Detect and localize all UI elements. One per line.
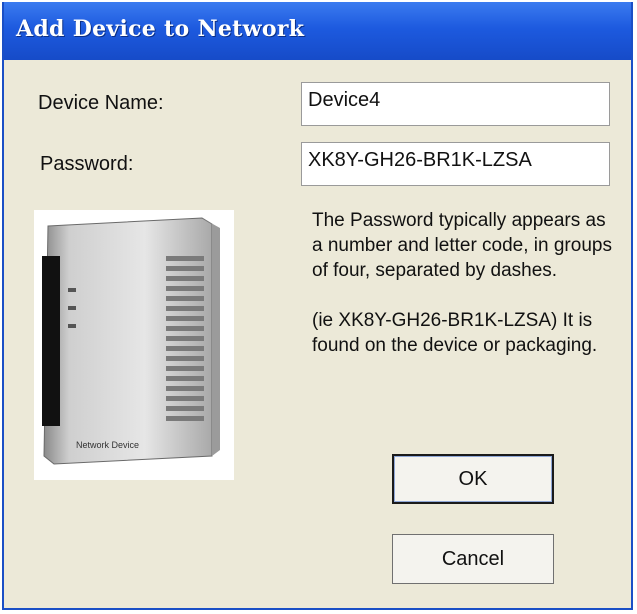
device-name-input[interactable]: Device4 — [301, 82, 610, 126]
add-device-dialog: Add Device to Network Device Name: Devic… — [2, 2, 633, 610]
help-paragraph-format: The Password typically appears as a numb… — [312, 210, 612, 281]
cancel-button[interactable]: Cancel — [392, 534, 554, 584]
help-paragraph-location: (ie XK8Y-GH26-BR1K-LZSA) It is found on … — [312, 310, 598, 356]
password-label: Password: — [40, 153, 134, 175]
network-device-icon: Network Device — [34, 210, 234, 480]
ok-button[interactable]: OK — [392, 454, 554, 504]
device-name-label: Device Name: — [38, 92, 164, 114]
password-input[interactable]: XK8Y-GH26-BR1K-LZSA — [301, 142, 610, 186]
password-help-text: The Password typically appears as a numb… — [312, 208, 612, 358]
title-bar[interactable]: Add Device to Network — [4, 2, 631, 60]
device-caption: Network Device — [76, 440, 139, 450]
dialog-title: Add Device to Network — [16, 16, 305, 42]
